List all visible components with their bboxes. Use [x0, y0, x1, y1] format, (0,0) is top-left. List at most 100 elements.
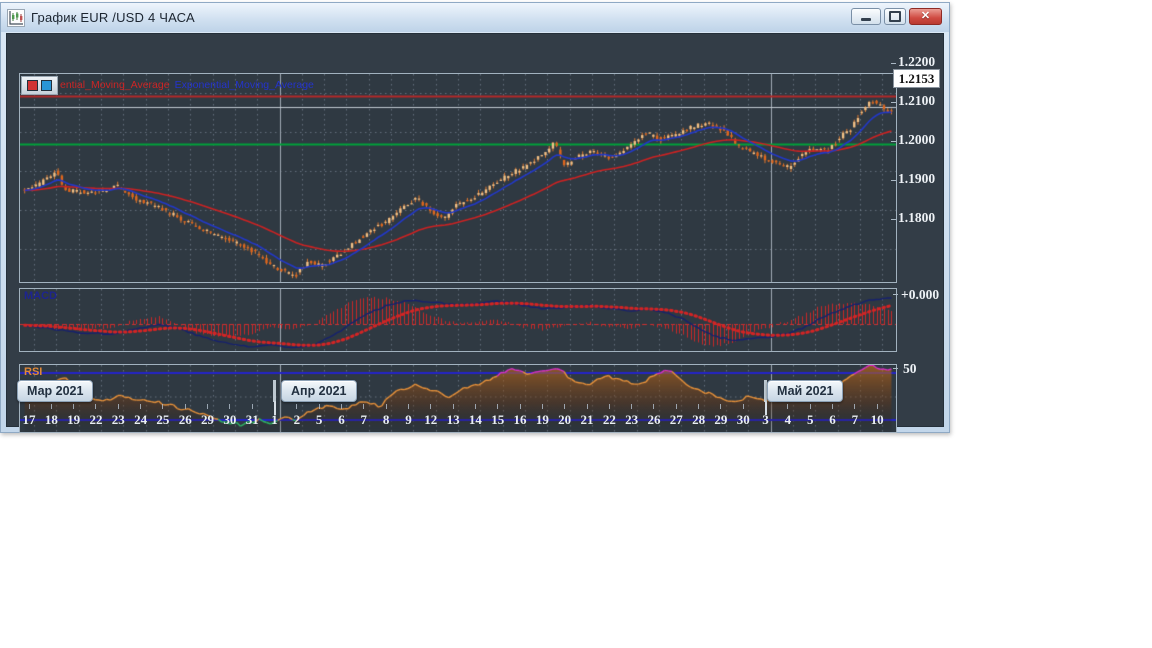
- time-axis-tick: [207, 404, 209, 409]
- macd-chart-canvas[interactable]: [20, 289, 896, 351]
- ema-blue-swatch-icon: [41, 79, 52, 91]
- time-axis-label: 31: [245, 412, 259, 427]
- legend-swatch-box: [21, 75, 58, 95]
- time-axis-tick: [474, 404, 476, 409]
- price-chart-canvas[interactable]: [20, 74, 896, 282]
- price-axis-label: 1.1900: [898, 171, 936, 186]
- time-axis-label: 2: [293, 412, 301, 427]
- time-axis-label: 1: [271, 412, 278, 427]
- time-axis-tick: [541, 404, 543, 409]
- price-axis-tick: [891, 180, 896, 181]
- time-axis-label: 9: [405, 412, 412, 427]
- time-axis-label: 7: [360, 412, 368, 427]
- time-axis-tick: [363, 404, 365, 409]
- time-axis-tick: [340, 404, 342, 409]
- close-icon: ✕: [920, 10, 931, 22]
- time-axis-label: 6: [829, 412, 836, 427]
- time-axis-tick: [854, 404, 856, 409]
- legend-ema-fast-label: ential_Moving_Average: [60, 79, 170, 91]
- price-axis-label: 1.2100: [898, 93, 936, 108]
- time-axis-tick: [251, 404, 253, 409]
- time-axis-tick: [698, 404, 700, 409]
- minimize-icon: [861, 18, 871, 21]
- legend-ema-slow-label: Exponential_Moving_Average: [174, 79, 314, 91]
- month-badge: Май 2021: [767, 380, 844, 402]
- time-axis-label: 30: [223, 412, 237, 427]
- time-axis-tick: [430, 404, 432, 409]
- window-title: График EUR /USD 4 ЧАСА: [31, 10, 195, 25]
- time-axis-label: 26: [178, 412, 192, 427]
- time-axis-tick: [809, 404, 811, 409]
- macd-panel: MACD: [19, 288, 897, 352]
- time-axis-tick: [564, 404, 566, 409]
- macd-zero-value: +0.000: [901, 287, 940, 302]
- time-axis-tick: [519, 404, 521, 409]
- time-axis-label: 19: [67, 412, 81, 427]
- time-axis-tick: [50, 404, 52, 409]
- time-axis-tick: [675, 404, 677, 409]
- window-controls: ✕: [851, 8, 942, 25]
- rsi-axis-tick: [893, 368, 898, 369]
- time-axis-tick: [73, 404, 75, 409]
- month-badge: Апр 2021: [281, 380, 357, 402]
- time-axis-tick: [720, 404, 722, 409]
- time-axis-label: 10: [870, 412, 884, 427]
- rsi-label: RSI: [24, 366, 43, 378]
- time-axis-label: 5: [315, 412, 323, 427]
- time-axis-label: 8: [382, 412, 390, 427]
- time-axis-tick: [318, 404, 320, 409]
- title-bar[interactable]: График EUR /USD 4 ЧАСА ✕: [1, 3, 949, 32]
- time-axis-label: 26: [647, 412, 661, 427]
- current-price-box: 1.2153: [893, 69, 940, 88]
- time-axis-tick: [787, 404, 789, 409]
- time-axis-label: 14: [468, 412, 482, 427]
- chart-window: График EUR /USD 4 ЧАСА ✕ ential_Moving_A…: [0, 2, 950, 433]
- maximize-button[interactable]: [884, 8, 906, 25]
- close-button[interactable]: ✕: [909, 8, 942, 25]
- time-axis-tick: [876, 404, 878, 409]
- time-axis-label: 25: [156, 412, 170, 427]
- time-axis-tick: [117, 404, 119, 409]
- time-axis-label: 18: [44, 412, 58, 427]
- maximize-icon: [889, 11, 901, 22]
- time-axis-label: 21: [580, 412, 594, 427]
- time-axis-tick: [832, 404, 834, 409]
- price-axis-label: 1.1800: [898, 210, 936, 225]
- time-axis-label: 16: [513, 412, 527, 427]
- time-axis-label: 6: [338, 412, 345, 427]
- time-axis-label: 29: [714, 412, 728, 427]
- time-axis-label: 24: [134, 412, 148, 427]
- time-axis-label: 17: [22, 412, 36, 427]
- price-axis-label: 1.2200: [898, 54, 936, 69]
- time-axis-tick: [184, 404, 186, 409]
- time-axis-tick: [586, 404, 588, 409]
- time-axis-label: 30: [736, 412, 750, 427]
- desktop: График EUR /USD 4 ЧАСА ✕ ential_Moving_A…: [0, 0, 1152, 648]
- time-axis-tick: [162, 404, 164, 409]
- time-axis-label: 3: [762, 412, 769, 427]
- chart-client-area: ential_Moving_Average Exponential_Moving…: [6, 33, 944, 433]
- price-axis-tick: [891, 63, 896, 64]
- time-axis-tick: [407, 404, 409, 409]
- price-axis-tick: [891, 102, 896, 103]
- time-axis-tick: [28, 404, 30, 409]
- candlestick-chart-icon: [7, 8, 25, 27]
- minimize-button[interactable]: [851, 8, 881, 25]
- indicator-legend: ential_Moving_Average Exponential_Moving…: [21, 75, 314, 95]
- month-boundary-marker: [273, 380, 277, 402]
- macd-label: MACD: [24, 290, 57, 302]
- time-axis-label: 28: [692, 412, 706, 427]
- time-axis-label: 15: [491, 412, 505, 427]
- price-panel: ential_Moving_Average Exponential_Moving…: [19, 73, 897, 283]
- rsi-level-50-value: 50: [903, 361, 917, 376]
- time-axis-label: 22: [602, 412, 616, 427]
- time-axis-tick: [385, 404, 387, 409]
- time-axis-tick: [608, 404, 610, 409]
- time-axis-tick: [140, 404, 142, 409]
- time-axis-label: 19: [535, 412, 549, 427]
- time-axis-tick: [452, 404, 454, 409]
- time-axis-label: 29: [201, 412, 215, 427]
- time-axis-label: 13: [446, 412, 460, 427]
- time-axis-tick: [296, 404, 298, 409]
- time-axis-tick: [229, 404, 231, 409]
